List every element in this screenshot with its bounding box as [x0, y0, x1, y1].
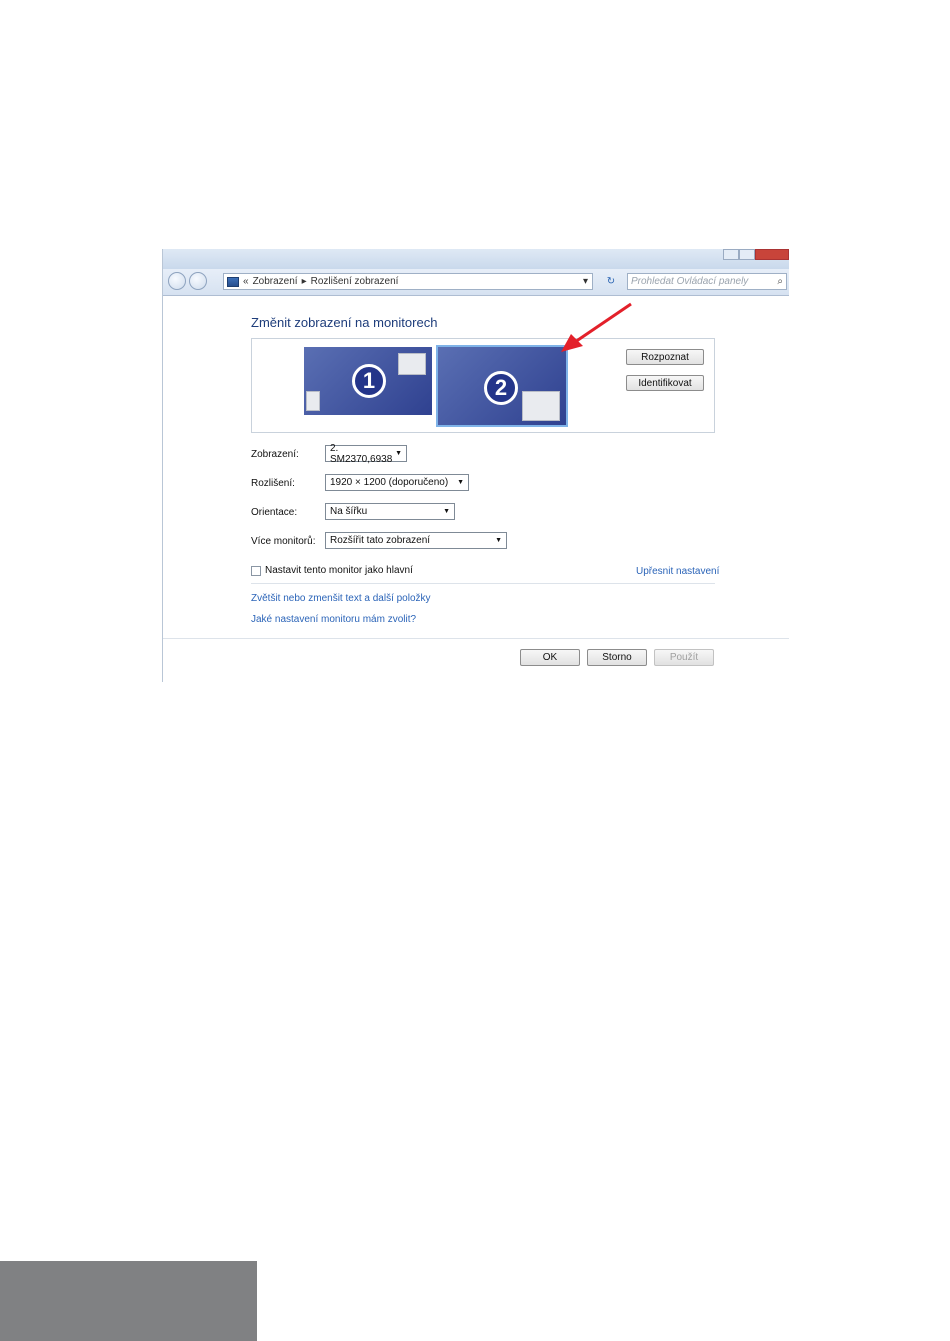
address-dropdown-icon[interactable]: ▾: [583, 276, 588, 287]
multiple-monitors-label: Více monitorů:: [251, 536, 316, 547]
resolution-value: 1920 × 1200 (doporučeno): [330, 477, 449, 488]
maximize-button[interactable]: [739, 249, 755, 260]
display-label: Zobrazení:: [251, 449, 299, 460]
address-bar: « Zobrazení ▸ Rozlišení zobrazení ▾ ↻ Pr…: [163, 269, 789, 296]
title-bar: [163, 249, 789, 269]
refresh-icon[interactable]: ↻: [601, 273, 621, 290]
display-select[interactable]: 2. SM2370,6938 ▼: [325, 442, 407, 465]
orientation-select[interactable]: Na šířku ▼: [325, 503, 455, 520]
resolution-select[interactable]: 1920 × 1200 (doporučeno) ▼: [325, 474, 469, 491]
main-monitor-checkbox[interactable]: [251, 565, 261, 576]
page-corner-block: [0, 1261, 257, 1341]
monitor-arrangement-area: 1 2 Rozpoznat Identifikovat: [251, 338, 715, 433]
divider: [251, 583, 715, 584]
window-thumbnail-icon: [522, 391, 560, 421]
main-monitor-option[interactable]: Nastavit tento monitor jako hlavní: [251, 565, 413, 576]
red-arrow-annotation: [561, 302, 632, 352]
cancel-button[interactable]: Storno: [587, 649, 647, 666]
monitor-number-1: 1: [352, 364, 386, 398]
search-input[interactable]: Prohledat Ovládací panely ⌕: [627, 273, 787, 290]
breadcrumb-separator-icon: ▸: [301, 276, 307, 287]
ok-button[interactable]: OK: [520, 649, 580, 666]
search-placeholder: Prohledat Ovládací panely: [631, 276, 749, 287]
minimize-button[interactable]: [723, 249, 739, 260]
back-button[interactable]: [168, 272, 186, 290]
control-panel-icon: [227, 276, 239, 287]
orientation-label: Orientace:: [251, 507, 298, 518]
orientation-value: Na šířku: [330, 506, 368, 517]
window-controls: [723, 249, 789, 261]
breadcrumb-item-resolution[interactable]: Rozlišení zobrazení: [311, 276, 399, 287]
monitor-1[interactable]: 1: [304, 347, 432, 415]
monitor-number-2: 2: [484, 371, 518, 405]
footer-divider: [163, 638, 789, 639]
breadcrumb-item-display[interactable]: Zobrazení: [253, 276, 298, 287]
multiple-monitors-select[interactable]: Rozšířit tato zobrazení ▼: [325, 532, 507, 549]
monitor-settings-help-link[interactable]: Jaké nastavení monitoru mám zvolit?: [251, 614, 416, 625]
address-field[interactable]: « Zobrazení ▸ Rozlišení zobrazení ▾: [223, 273, 593, 290]
multiple-monitors-value: Rozšířit tato zobrazení: [330, 535, 431, 546]
resolution-label: Rozlišení:: [251, 478, 295, 489]
text-size-link[interactable]: Zvětšit nebo zmenšit text a další položk…: [251, 593, 431, 604]
breadcrumb-prefix: «: [243, 276, 249, 287]
search-icon[interactable]: ⌕: [777, 276, 783, 287]
close-button[interactable]: [755, 249, 789, 260]
forward-button[interactable]: [189, 272, 207, 290]
detect-button[interactable]: Rozpoznat: [626, 349, 704, 365]
identify-button[interactable]: Identifikovat: [626, 375, 704, 391]
main-monitor-label: Nastavit tento monitor jako hlavní: [265, 565, 413, 576]
dropdown-arrow-icon: ▼: [457, 479, 464, 486]
page-title: Změnit zobrazení na monitorech: [251, 315, 438, 330]
arrow-shaft: [574, 302, 632, 344]
screen-resolution-window: « Zobrazení ▸ Rozlišení zobrazení ▾ ↻ Pr…: [162, 249, 789, 682]
window-thumbnail-icon: [306, 391, 320, 411]
window-thumbnail-icon: [398, 353, 426, 375]
dropdown-arrow-icon: ▼: [495, 537, 502, 544]
monitor-2-selected[interactable]: 2: [436, 345, 568, 427]
dropdown-arrow-icon: ▼: [443, 508, 450, 515]
advanced-settings-link[interactable]: Upřesnit nastavení: [636, 566, 719, 577]
arrow-head: [561, 334, 583, 352]
dropdown-arrow-icon: ▼: [395, 450, 402, 457]
apply-button[interactable]: Použít: [654, 649, 714, 666]
display-value: 2. SM2370,6938: [330, 442, 393, 465]
